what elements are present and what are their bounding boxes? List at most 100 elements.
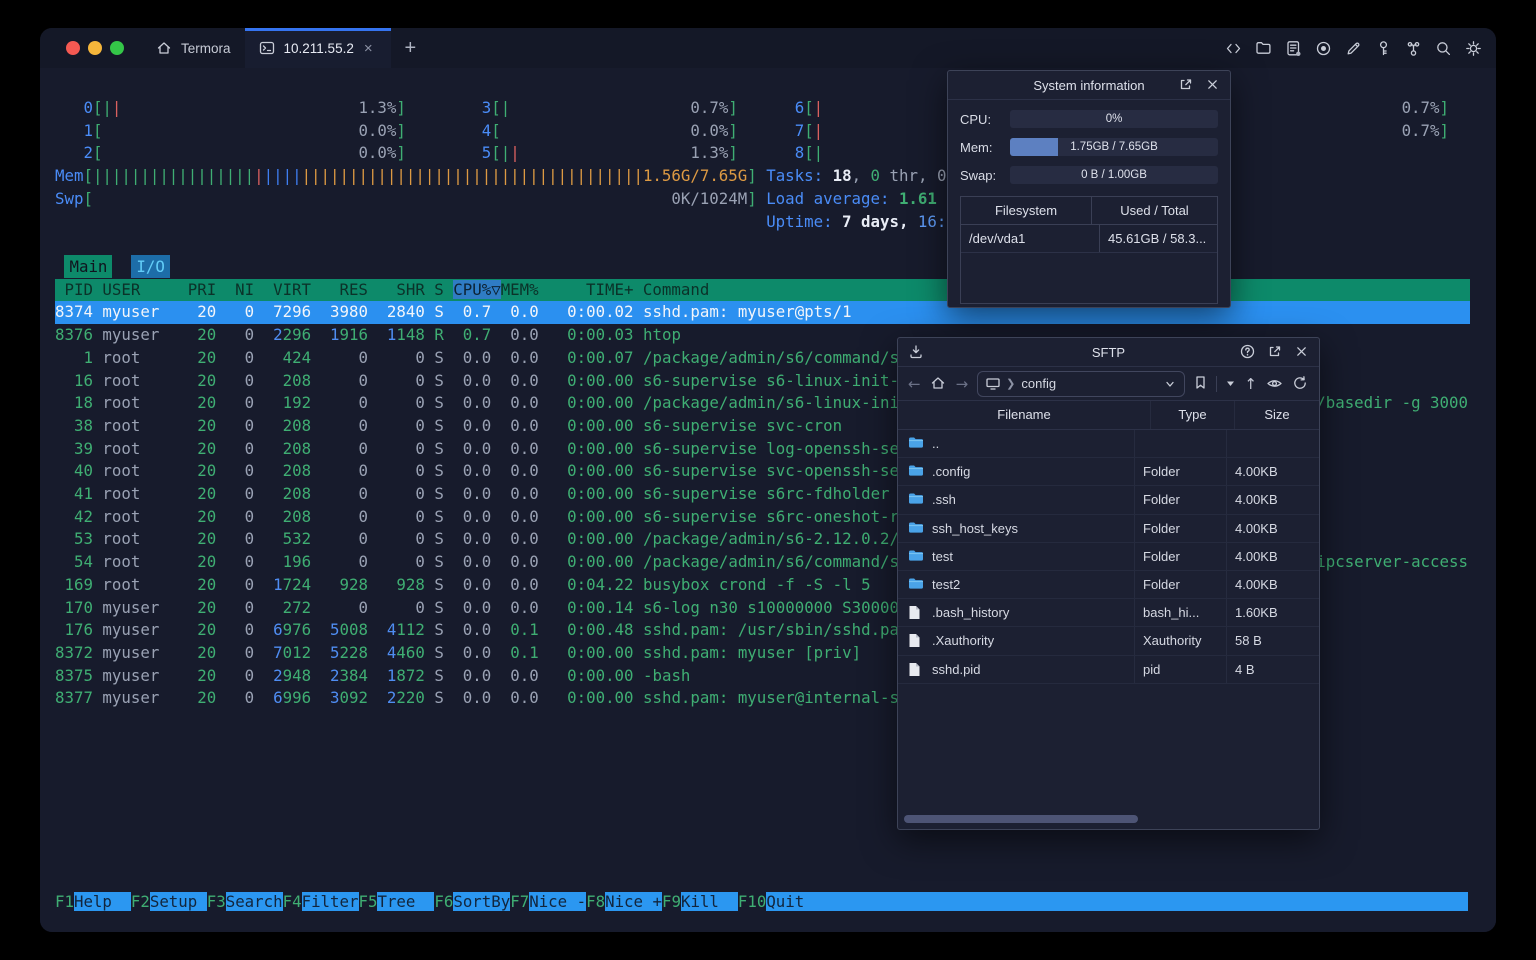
uptime-line: Uptime: 7 days, 16:2	[766, 211, 956, 231]
sftp-row[interactable]: test2 Folder 4.00KB	[898, 570, 1319, 600]
settings-gear-icon[interactable]	[1465, 40, 1482, 57]
app-window: Termora 10.211.55.2 × + 0[|| 1.3%] 3[| 0…	[40, 28, 1496, 932]
system-information-title: System information	[1033, 77, 1145, 93]
process-row[interactable]: 41 root 20 0 208 0 0 S 0.0 0.0 0:00.00 s…	[55, 483, 890, 506]
file-size: 4.00KB	[1226, 458, 1319, 486]
folder-icon[interactable]	[1255, 40, 1272, 57]
file-size	[1226, 430, 1319, 458]
minimize-window-button[interactable]	[88, 41, 102, 55]
process-row[interactable]: 8377 myuser 20 0 6996 3092 2220 S 0.0 0.…	[55, 687, 927, 710]
terminal-icon	[259, 40, 276, 57]
close-icon[interactable]	[1205, 77, 1222, 94]
tab-home[interactable]: Termora	[142, 28, 245, 68]
code-icon[interactable]	[1225, 40, 1242, 57]
sftp-row[interactable]: .config Folder 4.00KB	[898, 458, 1319, 487]
filename-column-header[interactable]: Filename	[898, 401, 1150, 429]
show-hidden-eye-icon[interactable]	[1266, 375, 1283, 392]
sftp-row[interactable]: .Xauthority Xauthority 58 B	[898, 627, 1319, 656]
back-icon[interactable]: ←	[908, 375, 921, 393]
record-icon[interactable]	[1315, 40, 1332, 57]
edit-icon[interactable]	[1345, 40, 1362, 57]
home-tab-label: Termora	[181, 40, 231, 56]
process-row[interactable]: 170 myuser 20 0 272 0 0 S 0.0 0.0 0:00.1…	[55, 597, 927, 620]
file-size: 4.00KB	[1226, 542, 1319, 570]
process-row[interactable]: 42 root 20 0 208 0 0 S 0.0 0.0 0:00.00 s…	[55, 506, 946, 529]
bookmark-dropdown-icon[interactable]	[1226, 379, 1235, 388]
cpu-meters-line: 0[|| 1.3%] 3[| 0.7%] 6[| 0.7%]	[55, 98, 1449, 117]
download-icon[interactable]	[908, 338, 925, 366]
forward-icon[interactable]: →	[956, 375, 969, 393]
open-in-window-icon[interactable]	[1267, 344, 1284, 361]
path-breadcrumb[interactable]: ❯ config	[977, 370, 1186, 397]
file-icon	[908, 633, 924, 648]
process-row[interactable]: 8375 myuser 20 0 2948 2384 1872 S 0.0 0.…	[55, 665, 690, 688]
filesystem-row[interactable]: /dev/vda1 45.61GB / 58.3...	[961, 225, 1217, 253]
sftp-column-headers: Filename Type Size	[898, 400, 1319, 430]
htop-tab-main[interactable]: Main	[64, 255, 113, 278]
keychain-icon[interactable]	[1405, 40, 1422, 57]
zoom-window-button[interactable]	[110, 41, 124, 55]
open-in-window-icon[interactable]	[1178, 77, 1195, 94]
help-icon[interactable]	[1240, 344, 1257, 361]
system-information-panel: System information CPU: 0% Mem: 1.75GB /	[947, 70, 1231, 308]
sftp-titlebar: SFTP	[898, 338, 1319, 367]
process-row[interactable]: 8372 myuser 20 0 7012 5228 4460 S 0.0 0.…	[55, 642, 861, 665]
file-name: .bash_history	[932, 605, 1010, 621]
tab-session[interactable]: 10.211.55.2 ×	[244, 28, 391, 68]
file-size: 4.00KB	[1226, 486, 1319, 514]
swap-meter-line: Swp[ 0K/1024M] Load average: 1.61 1	[55, 188, 956, 208]
process-row[interactable]: 16 root 20 0 208 0 0 S 0.0 0.0 0:00.00 s…	[55, 370, 984, 393]
key-icon[interactable]	[1375, 40, 1392, 57]
sftp-row[interactable]: ..	[898, 430, 1319, 459]
sftp-row[interactable]: test Folder 4.00KB	[898, 542, 1319, 571]
size-column-header[interactable]: Size	[1234, 401, 1319, 429]
sftp-row[interactable]: ssh_host_keys Folder 4.00KB	[898, 514, 1319, 543]
file-name: .config	[932, 464, 971, 480]
htop-tab-io[interactable]: I/O	[131, 255, 170, 278]
folder-icon	[908, 436, 924, 451]
home-icon	[156, 40, 173, 57]
close-window-button[interactable]	[66, 41, 80, 55]
divider	[1216, 375, 1218, 392]
file-type: Xauthority	[1134, 627, 1226, 655]
sftp-row[interactable]: .ssh Folder 4.00KB	[898, 486, 1319, 515]
mem-usage-value: 1.75GB / 7.65GB	[1070, 141, 1158, 153]
horizontal-scrollbar[interactable]	[904, 815, 1138, 823]
host-icon	[986, 377, 1000, 390]
type-column-header[interactable]: Type	[1150, 401, 1234, 429]
chevron-down-icon[interactable]	[1164, 378, 1176, 390]
htop-function-bar[interactable]: F1Help F2Setup F3SearchF4FilterF5Tree F6…	[55, 891, 1469, 914]
process-row[interactable]: 39 root 20 0 208 0 0 S 0.0 0.0 0:00.00 s…	[55, 438, 937, 461]
file-type: Folder	[1134, 458, 1226, 486]
filesystem-name: /dev/vda1	[961, 225, 1100, 252]
sftp-row[interactable]: sshd.pid pid 4 B	[898, 655, 1319, 684]
refresh-icon[interactable]	[1292, 375, 1309, 392]
file-size: 1.60KB	[1226, 599, 1319, 627]
close-tab-icon[interactable]: ×	[364, 40, 373, 57]
new-tab-button[interactable]: +	[391, 37, 431, 60]
toolbar	[1225, 28, 1482, 68]
process-row[interactable]: 38 root 20 0 208 0 0 S 0.0 0.0 0:00.00 s…	[55, 415, 842, 438]
file-size: 4 B	[1226, 655, 1319, 683]
file-type: pid	[1134, 655, 1226, 683]
parent-directory-icon[interactable]: ↑	[1244, 375, 1257, 393]
notes-icon[interactable]	[1285, 40, 1302, 57]
process-row-selected[interactable]: 8374 myuser 20 0 7296 3980 2840 S 0.7 0.…	[55, 301, 1470, 325]
close-icon[interactable]	[1294, 344, 1311, 361]
sftp-panel: SFTP ← → ❯ config ↑ Filename Type Size .…	[897, 337, 1320, 830]
process-row[interactable]: 176 myuser 20 0 6976 5008 4112 S 0.0 0.1…	[55, 619, 1012, 642]
home-icon[interactable]	[930, 375, 947, 392]
cpu-label: CPU:	[960, 111, 992, 127]
sftp-row[interactable]: .bash_history bash_hi... 1.60KB	[898, 599, 1319, 628]
bookmark-icon[interactable]	[1194, 375, 1207, 392]
process-row[interactable]: 8376 myuser 20 0 2296 1916 1148 R 0.7 0.…	[55, 324, 681, 347]
file-type	[1134, 430, 1226, 458]
file-name: test2	[932, 577, 961, 593]
file-icon	[908, 605, 924, 620]
search-icon[interactable]	[1435, 40, 1452, 57]
process-row[interactable]: 40 root 20 0 208 0 0 S 0.0 0.0 0:00.00 s…	[55, 460, 937, 483]
filesystem-column-header: Filesystem	[961, 197, 1092, 224]
cpu-meters-line: 1[ 0.0%] 4[ 0.0%] 7[| 0.7%]	[55, 120, 1449, 140]
process-row[interactable]: 169 root 20 0 1724 928 928 S 0.0 0.0 0:0…	[55, 574, 870, 597]
sort-column-cpu[interactable]: CPU%▽	[453, 280, 501, 299]
